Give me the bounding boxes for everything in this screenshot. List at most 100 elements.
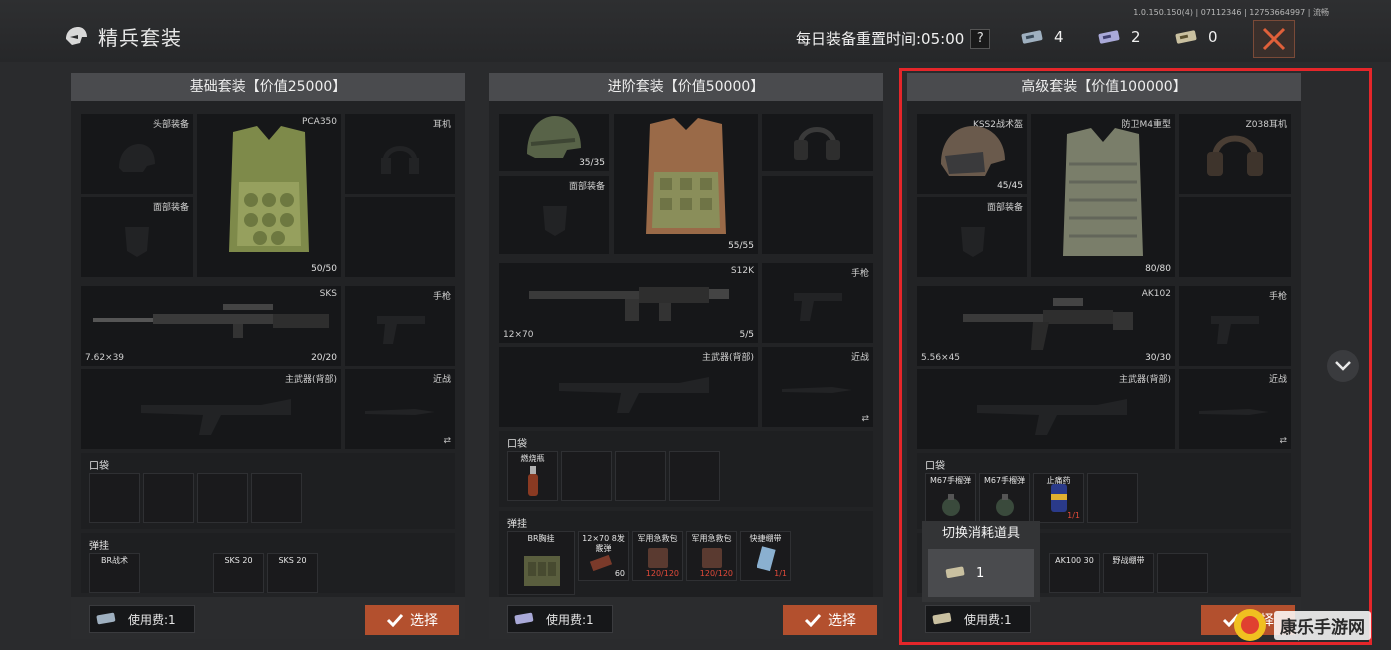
mask-placeholder-icon [125,227,149,257]
rig-cell[interactable]: 军用急救包 120/120 [686,531,737,581]
slot-vest[interactable]: PCA350 50/50 [197,114,341,277]
slot-melee[interactable]: 近战 ⇄ [345,369,455,449]
slot-empty[interactable] [1179,197,1291,277]
scroll-down-button[interactable] [1327,350,1359,382]
pocket-item-label: M67手榴弹 [983,476,1026,485]
durability: 55/55 [728,241,754,251]
slot-melee[interactable]: 近战 ⇄ [1179,369,1291,449]
pocket-cell[interactable]: M67手榴弹 [979,473,1030,523]
swap-icon[interactable]: ⇄ [443,436,451,446]
slot-helmet[interactable]: 头部装备 [81,114,193,194]
pocket-cell[interactable] [615,451,666,501]
swap-icon[interactable]: ⇄ [1279,436,1287,446]
pocket-cell[interactable] [251,473,302,523]
slot-back-weapon[interactable]: 主武器(背部) [499,347,758,427]
slot-label: 近战 [432,375,451,385]
pocket-cell[interactable]: M67手榴弹 [925,473,976,523]
knife-placeholder-icon [365,409,435,415]
rig-cell[interactable]: 野战绷带 [1103,553,1154,593]
helmet-icon [527,116,581,158]
durability: 80/80 [1145,264,1171,274]
durability: 20/20 [311,353,337,363]
rig-cell[interactable]: SKS 20 [267,553,318,593]
ticket-premium-icon [945,566,965,578]
swap-icon[interactable]: ⇄ [861,414,869,424]
watermark-url: chkl-pet.com [1278,632,1330,641]
slot-pistol[interactable]: 手枪 [345,286,455,366]
slot-helmet[interactable]: KSS2战术盔 45/45 [917,114,1027,194]
rig-cell[interactable]: BR胸挂 [507,531,575,595]
slot-ear[interactable]: 耳机 [345,114,455,194]
kit-title: 基础套装【价值25000】 [71,73,465,101]
slot-face[interactable]: 面部装备 [917,197,1027,277]
select-button[interactable]: 选择 [365,605,459,635]
slot-vest[interactable]: 防卫M4重型 80/80 [1031,114,1175,277]
check-icon [804,613,822,627]
durability: 30/30 [1145,353,1171,363]
pocket-cell[interactable] [143,473,194,523]
pocket-cell[interactable] [561,451,612,501]
kit-panel-advanced[interactable]: 进阶套装【价值50000】 35/35 面部装备 55/55 S12K 12×7… [489,73,883,639]
kit-panel-basic[interactable]: 基础套装【价值25000】 头部装备 面部装备 PCA350 50/50 耳机 … [71,73,465,639]
rig-section: 弹挂 BR胸挂 12×70 8发霰弹 60 军用急救包 120/120 军用急救… [499,511,873,597]
slot-helmet[interactable]: 35/35 [499,114,609,171]
slot-label: 主武器(背部) [1118,375,1171,385]
pocket-cell[interactable] [197,473,248,523]
helmet-placeholder-icon [119,144,155,172]
knife-placeholder-icon [1199,409,1269,415]
rig-cell[interactable]: AK100 30 [1049,553,1100,593]
rig-cell[interactable]: SKS 20 [213,553,264,593]
mask-placeholder-icon [961,227,985,257]
select-button[interactable]: 选择 [783,605,877,635]
rig-cell[interactable]: BR战术 [89,553,140,593]
rig-cell[interactable]: 军用急救包 120/120 [632,531,683,581]
pocket-cell[interactable] [669,451,720,501]
slot-ear[interactable] [762,114,873,171]
slot-face[interactable]: 面部装备 [81,197,193,277]
pocket-cell[interactable] [1087,473,1138,523]
pocket-label: 口袋 [507,439,527,450]
rig-cell[interactable] [1157,553,1208,593]
slot-primary-weapon[interactable]: S12K 12×70 5/5 [499,263,758,343]
item-count: 120/120 [699,569,733,578]
slot-vest[interactable]: 55/55 [614,114,758,254]
slot-melee[interactable]: 近战 ⇄ [762,347,873,427]
slot-back-weapon[interactable]: 主武器(背部) [917,369,1175,449]
slot-ear[interactable]: Z038耳机 [1179,114,1291,194]
slot-empty[interactable] [762,176,873,254]
check-icon [386,613,404,627]
slot-empty[interactable] [345,197,455,277]
slot-primary-weapon[interactable]: SKS 7.62×39 20/20 [81,286,341,366]
rig-cell[interactable]: 快捷绷带 1/1 [740,531,791,581]
popup-title: 切换消耗道具 [941,526,1020,541]
slot-pistol[interactable]: 手枪 [762,263,873,343]
slot-label: 手枪 [850,269,869,279]
slot-back-weapon[interactable]: 主武器(背部) [81,369,341,449]
pocket-section: 口袋 M67手榴弹 M67手榴弹 止痛药 1/1 [917,453,1291,529]
item-count: 1/1 [774,569,787,578]
close-button[interactable] [1253,20,1295,58]
slot-label: 手枪 [1268,292,1287,302]
rig-item-label: SKS 20 [278,556,307,565]
page-title-group: 精兵套装 [62,22,182,51]
popup-ticket-option[interactable]: 1 [928,549,1034,597]
slot-label: 面部装备 [986,203,1023,213]
slot-primary-weapon[interactable]: AK102 5.56×45 30/30 [917,286,1175,366]
chest-rig-icon [524,556,560,586]
pocket-label: 口袋 [89,461,109,472]
slot-face[interactable]: 面部装备 [499,176,609,254]
slot-label: 主武器(背部) [701,353,754,363]
fee-text: 使用费:1 [128,612,176,627]
slot-label: 耳机 [432,120,451,130]
fee-text: 使用费:1 [964,612,1012,627]
pocket-cell[interactable] [89,473,140,523]
headset-placeholder-icon [381,146,419,174]
switch-consumable-popup[interactable]: 切换消耗道具 1 [922,521,1040,602]
help-button[interactable]: ? [970,28,991,49]
rifle-placeholder-icon [977,399,1127,435]
rig-cell[interactable]: 12×70 8发霰弹 60 [578,531,629,581]
slot-label: AK102 [1141,289,1171,299]
pocket-cell[interactable]: 燃烧瓶 [507,451,558,501]
slot-pistol[interactable]: 手枪 [1179,286,1291,366]
pocket-cell[interactable]: 止痛药 1/1 [1033,473,1084,523]
